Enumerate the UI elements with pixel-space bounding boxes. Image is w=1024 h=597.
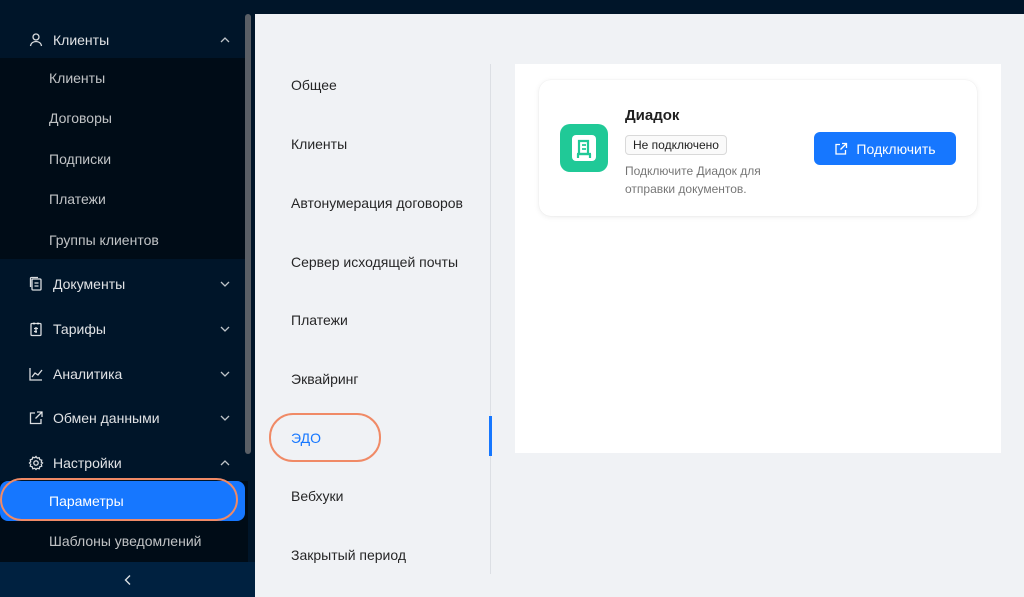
nav-divider bbox=[490, 64, 491, 574]
external-link-icon bbox=[835, 142, 848, 155]
connect-button-label: Подключить bbox=[856, 140, 936, 157]
sidebar-group-tariffs[interactable]: Тарифы bbox=[0, 309, 248, 349]
sidebar-group-settings[interactable]: Настройки bbox=[0, 443, 248, 483]
settings-submenu: Параметры Шаблоны уведомлений bbox=[0, 481, 248, 562]
settings-tab-clients[interactable]: Клиенты bbox=[291, 135, 347, 153]
diadoc-logo bbox=[560, 124, 608, 172]
sidebar-group-label: Аналитика bbox=[53, 366, 123, 382]
chevron-up-icon bbox=[220, 37, 230, 43]
sidebar-group-documents[interactable]: Документы bbox=[0, 264, 248, 304]
sidebar-item-client-groups[interactable]: Группы клиентов bbox=[0, 220, 248, 260]
sidebar-group-label: Обмен данными bbox=[53, 410, 160, 426]
sidebar-menu: Клиенты Клиенты Договоры Подписки Платеж… bbox=[0, 0, 255, 562]
sidebar-group-label: Тарифы bbox=[53, 321, 106, 337]
active-tab-indicator bbox=[489, 416, 492, 456]
settings-tab-acquiring[interactable]: Эквайринг bbox=[291, 370, 359, 388]
sidebar-group-data-exchange[interactable]: Обмен данными bbox=[0, 398, 248, 438]
settings-tab-edo[interactable]: ЭДО bbox=[291, 429, 321, 447]
tariff-icon bbox=[30, 322, 42, 337]
settings-nav: Общее Клиенты Автонумерация договоров Се… bbox=[255, 14, 492, 597]
user-icon bbox=[29, 33, 43, 47]
sidebar-group-clients[interactable]: Клиенты bbox=[0, 20, 248, 60]
sidebar-item-clients[interactable]: Клиенты bbox=[0, 58, 248, 98]
sidebar-scrollbar[interactable] bbox=[245, 14, 251, 454]
sidebar: Клиенты Клиенты Договоры Подписки Платеж… bbox=[0, 0, 255, 597]
integration-card: Диадок Не подключено Подключите Диадок д… bbox=[539, 80, 977, 216]
sidebar-group-label: Настройки bbox=[53, 455, 122, 471]
connect-button[interactable]: Подключить bbox=[814, 132, 956, 165]
diadoc-logo-icon bbox=[572, 135, 596, 161]
sidebar-group-analytics[interactable]: Аналитика bbox=[0, 354, 248, 394]
settings-tab-contract-numbering[interactable]: Автонумерация договоров bbox=[291, 194, 463, 212]
chart-line-icon bbox=[29, 368, 43, 381]
chevron-down-icon bbox=[220, 415, 230, 421]
chevron-left-icon bbox=[124, 574, 130, 585]
sidebar-item-subscriptions[interactable]: Подписки bbox=[0, 139, 248, 179]
main-area: Общее Клиенты Автонумерация договоров Се… bbox=[255, 14, 1024, 597]
sidebar-collapse-button[interactable] bbox=[0, 562, 255, 597]
exchange-icon bbox=[29, 411, 43, 425]
settings-tab-outgoing-mail[interactable]: Сервер исходящей почты bbox=[291, 253, 458, 271]
gear-icon bbox=[28, 455, 44, 471]
sidebar-group-label: Клиенты bbox=[53, 32, 110, 48]
sidebar-item-payments[interactable]: Платежи bbox=[0, 179, 248, 219]
status-badge: Не подключено bbox=[625, 135, 727, 155]
settings-tab-payments[interactable]: Платежи bbox=[291, 311, 348, 329]
edo-content-panel: Диадок Не подключено Подключите Диадок д… bbox=[515, 64, 1001, 453]
settings-tab-general[interactable]: Общее bbox=[291, 76, 337, 94]
clients-submenu: Клиенты Договоры Подписки Платежи Группы… bbox=[0, 58, 248, 259]
sidebar-group-label: Документы bbox=[53, 276, 126, 292]
sidebar-item-parameters[interactable]: Параметры bbox=[0, 481, 245, 521]
settings-tab-webhooks[interactable]: Вебхуки bbox=[291, 487, 343, 505]
chevron-down-icon bbox=[220, 281, 230, 287]
sidebar-item-contracts[interactable]: Договоры bbox=[0, 98, 248, 138]
settings-tab-closed-period[interactable]: Закрытый период bbox=[291, 546, 406, 564]
integration-title: Диадок bbox=[625, 107, 680, 124]
chevron-down-icon bbox=[220, 371, 230, 377]
document-icon bbox=[29, 276, 42, 291]
chevron-up-icon bbox=[220, 460, 230, 466]
chevron-down-icon bbox=[220, 326, 230, 332]
top-strip bbox=[255, 0, 1024, 14]
integration-description: Подключите Диадок для отправки документо… bbox=[625, 164, 761, 196]
sidebar-item-notification-templates[interactable]: Шаблоны уведомлений bbox=[0, 521, 248, 561]
